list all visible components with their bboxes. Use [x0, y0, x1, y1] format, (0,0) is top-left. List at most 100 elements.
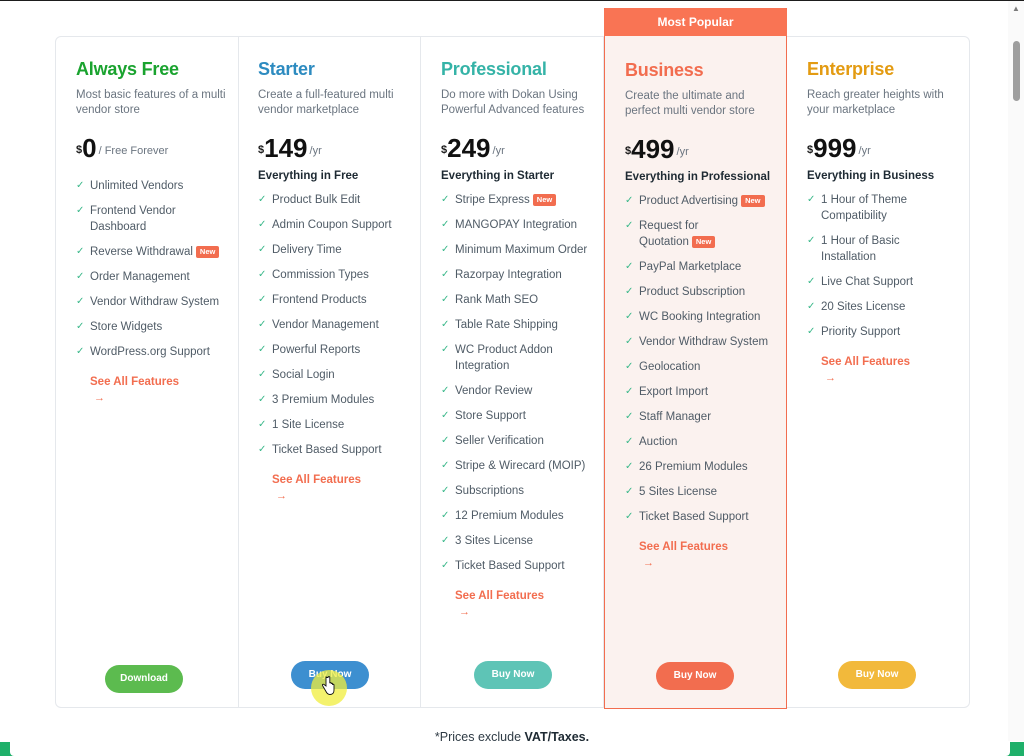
feature-text: 26 Premium Modules: [639, 461, 748, 473]
see-all-features-link[interactable]: See All Features →: [455, 588, 603, 620]
feature-list: ✓ Product Advertising New ✓ Request for Quo…: [625, 193, 786, 525]
feature-text: Ticket Based Support: [272, 444, 382, 456]
feature-item: ✓ Order Management: [76, 269, 226, 285]
new-badge: New: [532, 193, 557, 206]
feature-list: ✓ Stripe Express New ✓ MANGOPAY Integration…: [441, 192, 603, 574]
feature-item: ✓ Stripe & Wirecard (MOIP): [441, 458, 591, 474]
check-icon: ✓: [625, 361, 634, 372]
check-icon: ✓: [807, 301, 816, 312]
check-icon: ✓: [441, 435, 450, 446]
plan-name: Enterprise: [807, 59, 895, 79]
feature-text: Request for Quotation: [639, 220, 699, 248]
buy-now-button-business[interactable]: Buy Now: [656, 662, 734, 690]
page-bottom-band: [0, 742, 1024, 756]
vertical-scrollbar[interactable]: ▲: [1008, 1, 1024, 741]
new-badge: New: [195, 245, 220, 258]
check-icon: ✓: [258, 369, 267, 380]
feature-item: ✓ WC Booking Integration: [625, 309, 775, 325]
feature-item: ✓ 1 Hour of Theme Compatibility: [807, 192, 957, 224]
see-all-features-link[interactable]: See All Features →: [90, 374, 238, 406]
check-icon: ✓: [258, 244, 267, 255]
feature-text: Vendor Review: [455, 385, 533, 397]
feature-text: Staff Manager: [639, 411, 712, 423]
feature-text: WordPress.org Support: [90, 346, 210, 358]
feature-text: Live Chat Support: [821, 276, 914, 288]
plan-price: $ 0 / Free Forever: [76, 134, 238, 162]
see-all-features-link[interactable]: See All Features →: [821, 354, 970, 386]
see-all-features-link[interactable]: See All Features →: [272, 472, 420, 504]
plan-column-enterprise: Enterprise Reach greater heights with yo…: [787, 37, 970, 707]
feature-item: ✓ WC Product Addon Integration: [441, 342, 591, 374]
feature-text: 1 Hour of Basic Installation: [821, 235, 900, 263]
check-icon: ✓: [625, 436, 634, 447]
download-button[interactable]: Download: [105, 665, 183, 693]
check-icon: ✓: [441, 194, 450, 205]
check-icon: ✓: [625, 311, 634, 322]
feature-item: ✓ Frontend Vendor Dashboard: [76, 203, 226, 235]
buy-now-button-enterprise[interactable]: Buy Now: [838, 661, 916, 689]
see-all-label: See All Features: [90, 376, 180, 388]
check-icon: ✓: [441, 344, 450, 355]
feature-item: ✓ Staff Manager: [625, 409, 775, 425]
plan-column-starter: Starter Create a full-featured multi ven…: [238, 37, 421, 707]
feature-text: Admin Coupon Support: [272, 219, 392, 231]
feature-item: ✓ Razorpay Integration: [441, 267, 591, 283]
feature-item: ✓ Export Import: [625, 384, 775, 400]
feature-text: Auction: [639, 436, 678, 448]
plan-description: Create a full-featured multi vendor mark…: [258, 89, 394, 116]
feature-item: ✓ Product Advertising New: [625, 193, 775, 209]
arrow-right-icon: →: [825, 372, 836, 384]
everything-in-label: Everything in Free: [258, 170, 359, 182]
check-icon: ✓: [441, 510, 450, 521]
check-icon: ✓: [258, 419, 267, 430]
plan-price: $ 149 /yr: [258, 134, 420, 162]
check-icon: ✓: [441, 269, 450, 280]
arrow-right-icon: →: [94, 392, 105, 404]
feature-text: Ticket Based Support: [639, 511, 749, 523]
check-icon: ✓: [625, 386, 634, 397]
check-icon: ✓: [625, 336, 634, 347]
see-all-features-link[interactable]: See All Features →: [639, 539, 786, 571]
buy-now-button-professional[interactable]: Buy Now: [474, 661, 552, 689]
check-icon: ✓: [625, 195, 634, 206]
feature-item: ✓ Rank Math SEO: [441, 292, 591, 308]
plan-price: $ 249 /yr: [441, 134, 603, 162]
check-icon: ✓: [807, 235, 816, 246]
price-period: /yr: [676, 146, 689, 158]
feature-text: 20 Sites License: [821, 301, 906, 313]
feature-text: Rank Math SEO: [455, 294, 539, 306]
feature-text: Frontend Vendor Dashboard: [90, 205, 176, 233]
feature-text: Ticket Based Support: [455, 560, 565, 572]
scroll-up-arrow-icon[interactable]: ▲: [1011, 5, 1021, 13]
feature-text: Product Bulk Edit: [272, 194, 361, 206]
check-icon: ✓: [258, 269, 267, 280]
feature-item: ✓ 1 Site License: [258, 417, 408, 433]
feature-text: Priority Support: [821, 326, 901, 338]
plan-name: Professional: [441, 59, 547, 79]
feature-text: Minimum Maximum Order: [455, 244, 588, 256]
feature-item: ✓ Product Bulk Edit: [258, 192, 408, 208]
check-icon: ✓: [76, 271, 85, 282]
feature-text: PayPal Marketplace: [639, 261, 742, 273]
check-icon: ✓: [441, 460, 450, 471]
feature-text: Seller Verification: [455, 435, 544, 447]
price-amount: 249: [447, 133, 491, 163]
feature-text: Stripe Express: [455, 194, 530, 206]
new-badge: New: [741, 194, 765, 207]
plan-column-free: Always Free Most basic features of a mul…: [56, 37, 239, 707]
check-icon: ✓: [441, 410, 450, 421]
feature-text: 5 Sites License: [639, 486, 717, 498]
feature-item: ✓ Vendor Review: [441, 383, 591, 399]
check-icon: ✓: [76, 321, 85, 332]
plan-name: Business: [625, 60, 704, 80]
feature-list: ✓ 1 Hour of Theme Compatibility ✓ 1 Hour o…: [807, 192, 970, 340]
hand-pointer-icon: [321, 676, 335, 695]
plan-description: Most basic features of a multi vendor st…: [76, 89, 226, 116]
check-icon: ✓: [441, 319, 450, 330]
scrollbar-thumb[interactable]: [1013, 41, 1020, 101]
feature-text: Social Login: [272, 369, 335, 381]
feature-text: Subscriptions: [455, 485, 525, 497]
feature-item: ✓ Delivery Time: [258, 242, 408, 258]
see-all-label: See All Features: [821, 356, 911, 368]
feature-text: Geolocation: [639, 361, 701, 373]
